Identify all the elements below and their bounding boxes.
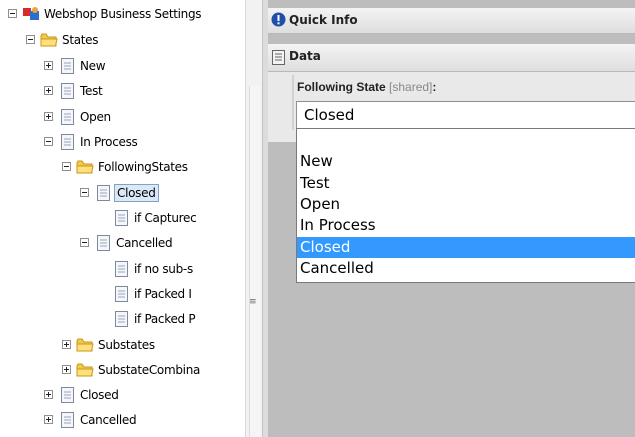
- tree-node[interactable]: Open: [0, 107, 245, 129]
- document-icon: [58, 133, 76, 151]
- tree-node[interactable]: FollowingStates: [0, 157, 245, 179]
- tree-node-label: Substates: [98, 338, 155, 352]
- tree-node-label: if Packed I: [134, 287, 192, 301]
- dropdown-option[interactable]: Closed: [297, 236, 635, 258]
- data-header[interactable]: Data: [268, 44, 635, 72]
- folder-icon: [76, 361, 94, 379]
- document-icon: [94, 184, 112, 202]
- dropdown-option[interactable]: Open: [297, 194, 635, 215]
- expand-icon[interactable]: [44, 86, 53, 95]
- dropdown-option[interactable]: In Process: [297, 215, 635, 236]
- tree-node-label: Cancelled: [80, 413, 137, 427]
- collapse-icon[interactable]: [80, 188, 89, 197]
- dropdown-option[interactable]: [297, 130, 635, 151]
- settings-root-icon: [22, 5, 40, 23]
- tree-node-label: Test: [80, 84, 103, 98]
- tree-node[interactable]: if no sub-s: [0, 259, 245, 281]
- folder-icon: [76, 158, 94, 176]
- tree-node-label: Closed: [114, 184, 159, 202]
- tree-node[interactable]: Substates: [0, 335, 245, 357]
- tree-node[interactable]: Cancelled: [0, 410, 245, 432]
- tree-node-label: Webshop Business Settings: [44, 7, 202, 21]
- collapse-icon[interactable]: [26, 35, 35, 44]
- document-icon: [58, 57, 76, 75]
- folder-icon: [40, 31, 58, 49]
- tree-node[interactable]: Webshop Business Settings: [0, 4, 245, 26]
- folder-icon: [76, 336, 94, 354]
- document-icon: [58, 82, 76, 100]
- quick-info-title: Quick Info: [289, 13, 358, 27]
- shared-tag: [shared]: [389, 80, 433, 94]
- dropdown-option[interactable]: Cancelled: [297, 258, 635, 279]
- detail-panel: Quick Info Data Following State [shared]…: [268, 0, 635, 437]
- collapse-icon[interactable]: [62, 162, 71, 171]
- splitter-grip-icon[interactable]: ≡: [249, 298, 258, 314]
- following-state-select[interactable]: Closed: [296, 101, 635, 129]
- data-sheet-icon: [272, 50, 285, 65]
- data-title: Data: [289, 49, 321, 63]
- document-icon: [58, 386, 76, 404]
- tree-node-label: In Process: [80, 135, 138, 149]
- collapse-icon[interactable]: [80, 238, 89, 247]
- tree-node[interactable]: Cancelled: [0, 233, 245, 255]
- tree-node[interactable]: if Packed I: [0, 284, 245, 306]
- document-icon: [112, 285, 130, 303]
- following-state-dropdown-list[interactable]: New Test Open In Process Closed Cancelled: [296, 128, 635, 283]
- tree-node-label: FollowingStates: [98, 160, 188, 174]
- expand-icon[interactable]: [44, 415, 53, 424]
- document-icon: [58, 411, 76, 429]
- following-state-label-text: Following State: [297, 80, 386, 94]
- collapse-icon[interactable]: [44, 137, 53, 146]
- tree-node[interactable]: SubstateCombina: [0, 360, 245, 382]
- tree-node-label: if Capturec: [134, 211, 197, 225]
- tree-node-label: New: [80, 59, 106, 73]
- quick-info-header[interactable]: Quick Info: [268, 8, 635, 34]
- dropdown-option[interactable]: New: [297, 151, 635, 172]
- tree-node[interactable]: if Capturec: [0, 208, 245, 230]
- tree-node-label: Cancelled: [116, 236, 173, 250]
- document-icon: [112, 310, 130, 328]
- expand-icon[interactable]: [44, 112, 53, 121]
- tree-node-label: if Packed P: [134, 312, 196, 326]
- following-state-label: Following State [shared]:: [297, 80, 436, 94]
- document-icon: [58, 108, 76, 126]
- expand-icon[interactable]: [62, 340, 71, 349]
- tree-node-label: if no sub-s: [134, 262, 193, 276]
- tree-node[interactable]: if Packed P: [0, 309, 245, 331]
- tree-scrollbar[interactable]: [249, 86, 261, 437]
- tree-node[interactable]: Test: [0, 81, 245, 103]
- tree-node[interactable]: Closed: [0, 385, 245, 407]
- form-group-border: [292, 75, 294, 130]
- tree-panel: Webshop Business Settings States New Test Op…: [0, 0, 245, 437]
- info-icon: [271, 12, 286, 27]
- expand-icon[interactable]: [44, 390, 53, 399]
- tree-node[interactable]: New: [0, 56, 245, 78]
- document-icon: [94, 234, 112, 252]
- document-icon: [112, 260, 130, 278]
- tree-node[interactable]: In Process: [0, 132, 245, 154]
- tree-node[interactable]: Closed: [0, 183, 245, 205]
- label-colon: :: [432, 80, 437, 94]
- expand-icon[interactable]: [44, 61, 53, 70]
- expand-icon[interactable]: [62, 365, 71, 374]
- document-icon: [112, 209, 130, 227]
- tree-node-label: SubstateCombina: [98, 363, 201, 377]
- dropdown-option[interactable]: Test: [297, 173, 635, 194]
- collapse-icon[interactable]: [8, 9, 17, 18]
- tree-node[interactable]: States: [0, 30, 245, 52]
- tree-node-label: States: [62, 33, 99, 47]
- tree-node-label: Closed: [80, 388, 119, 402]
- tree-node-label: Open: [80, 110, 111, 124]
